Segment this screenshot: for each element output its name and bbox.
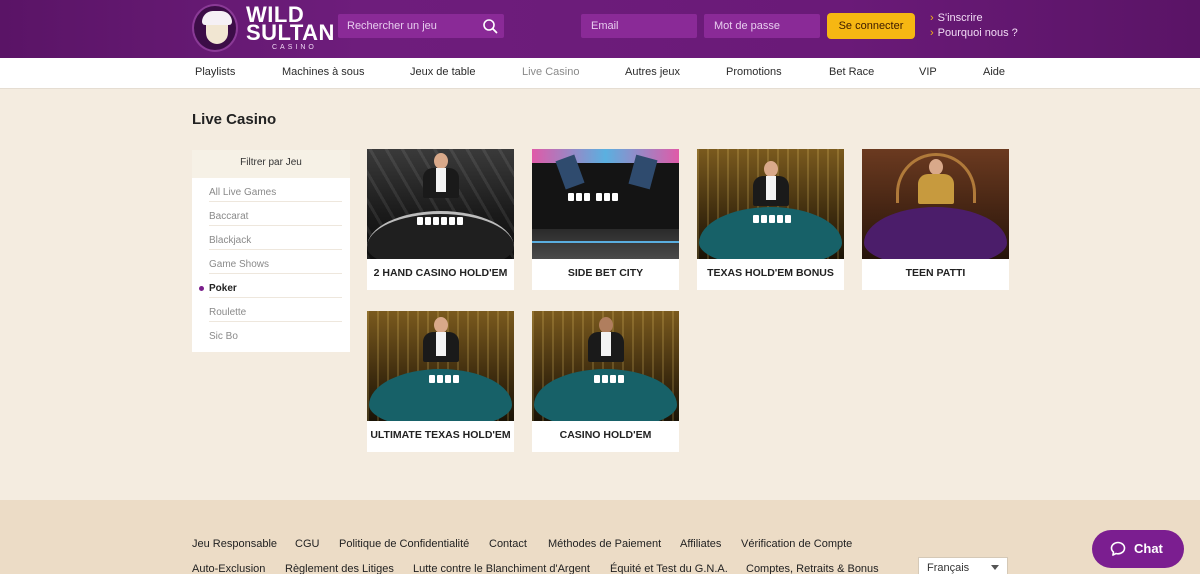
game-card-title: SIDE BET CITY [567, 267, 644, 279]
game-card-title: TEEN PATTI [905, 267, 966, 279]
game-card-2-hand-casino-holdem[interactable]: 2 HAND CASINO HOLD'EM [367, 149, 514, 290]
game-thumbnail [532, 149, 679, 259]
footer-link-accounts-withdrawals-bonus[interactable]: Comptes, Retraits & Bonus [746, 563, 879, 574]
filter-item-sic-bo[interactable]: Sic Bo [209, 322, 342, 346]
game-card-title: TEXAS HOLD'EM BONUS [707, 267, 834, 279]
filter-item-baccarat[interactable]: Baccarat [209, 202, 342, 226]
game-thumbnail [862, 149, 1009, 259]
filter-item-poker[interactable]: Poker [199, 274, 342, 298]
main-nav: Playlists Machines à sous Jeux de table … [0, 58, 1200, 89]
site-header: WILD SULTAN CASINO Se connecter ›S'inscr… [0, 0, 1200, 58]
signup-link-label: S'inscrire [937, 12, 983, 24]
footer-link-cgu[interactable]: CGU [295, 538, 319, 550]
nav-item-promotions[interactable]: Promotions [726, 66, 782, 78]
footer-link-payment-methods[interactable]: Méthodes de Paiement [548, 538, 661, 550]
nav-item-bet-race[interactable]: Bet Race [829, 66, 874, 78]
logo-text-casino: CASINO [272, 44, 317, 51]
filter-item-all-live-games[interactable]: All Live Games [209, 178, 342, 202]
game-card-title: CASINO HOLD'EM [559, 429, 652, 441]
footer-link-fairness-testing[interactable]: Équité et Test du G.N.A. [610, 563, 728, 574]
footer-link-affiliates[interactable]: Affiliates [680, 538, 721, 550]
why-us-link-label: Pourquoi nous ? [937, 27, 1018, 39]
nav-item-live-casino[interactable]: Live Casino [522, 66, 579, 78]
language-select-value: Français [927, 562, 970, 574]
nav-item-playlists[interactable]: Playlists [195, 66, 235, 78]
game-thumbnail [532, 311, 679, 421]
nav-item-table-games[interactable]: Jeux de table [410, 66, 475, 78]
game-card-texas-holdem-bonus[interactable]: TEXAS HOLD'EM BONUS [697, 149, 844, 290]
filter-heading: Filtrer par Jeu [192, 150, 350, 178]
footer-link-anti-money-laundering[interactable]: Lutte contre le Blanchiment d'Argent [413, 563, 590, 574]
site-logo[interactable]: WILD SULTAN CASINO [192, 4, 334, 52]
header-links: › S'inscrire › Pourquoi nous ? [930, 11, 1020, 41]
search-box [338, 14, 504, 38]
game-thumbnail [697, 149, 844, 259]
nav-item-other-games[interactable]: Autres jeux [625, 66, 680, 78]
chevron-right-icon: › [930, 27, 934, 39]
nav-item-vip[interactable]: VIP [919, 66, 937, 78]
game-thumbnail [367, 311, 514, 421]
language-select[interactable]: Français [918, 557, 1008, 574]
password-field[interactable] [704, 14, 820, 38]
search-icon[interactable] [482, 18, 498, 34]
chat-bubble-icon [1110, 541, 1126, 556]
logo-text-sultan: SULTAN [246, 20, 335, 45]
filter-item-blackjack[interactable]: Blackjack [209, 226, 342, 250]
login-button[interactable]: Se connecter [827, 13, 915, 39]
footer-link-self-exclusion[interactable]: Auto-Exclusion [192, 563, 265, 574]
game-card-side-bet-city[interactable]: SIDE BET CITY [532, 149, 679, 290]
game-card-teen-patti[interactable]: TEEN PATTI [862, 149, 1009, 290]
nav-item-help[interactable]: Aide [983, 66, 1005, 78]
signup-link[interactable]: › S'inscrire [930, 11, 1020, 26]
footer-link-responsible-gaming[interactable]: Jeu Responsable [192, 538, 277, 550]
page-title: Live Casino [192, 111, 277, 128]
game-card-ultimate-texas-holdem[interactable]: ULTIMATE TEXAS HOLD'EM [367, 311, 514, 452]
active-dot-icon [199, 286, 204, 291]
footer-link-account-verification[interactable]: Vérification de Compte [741, 538, 852, 550]
site-footer [0, 500, 1200, 574]
game-card-title: ULTIMATE TEXAS HOLD'EM [370, 429, 511, 441]
sultan-logo-icon [192, 4, 238, 52]
nav-item-slots[interactable]: Machines à sous [282, 66, 365, 78]
game-card-title: 2 HAND CASINO HOLD'EM [373, 267, 508, 279]
chevron-down-icon [991, 565, 999, 570]
filter-item-poker-label: Poker [209, 283, 237, 294]
why-us-link[interactable]: › Pourquoi nous ? [930, 26, 1020, 41]
chat-button[interactable]: Chat [1092, 530, 1184, 568]
game-thumbnail [367, 149, 514, 259]
chat-button-label: Chat [1134, 541, 1163, 556]
footer-link-dispute-resolution[interactable]: Règlement des Litiges [285, 563, 394, 574]
search-input[interactable] [338, 14, 478, 38]
game-card-casino-holdem[interactable]: CASINO HOLD'EM [532, 311, 679, 452]
filter-item-game-shows[interactable]: Game Shows [209, 250, 342, 274]
game-filter-panel: Filtrer par Jeu All Live Games Baccarat … [192, 150, 350, 352]
filter-item-roulette[interactable]: Roulette [209, 298, 342, 322]
footer-link-privacy-policy[interactable]: Politique de Confidentialité [339, 538, 469, 550]
email-field[interactable] [581, 14, 697, 38]
chevron-right-icon: › [930, 12, 934, 24]
footer-link-contact[interactable]: Contact [489, 538, 527, 550]
